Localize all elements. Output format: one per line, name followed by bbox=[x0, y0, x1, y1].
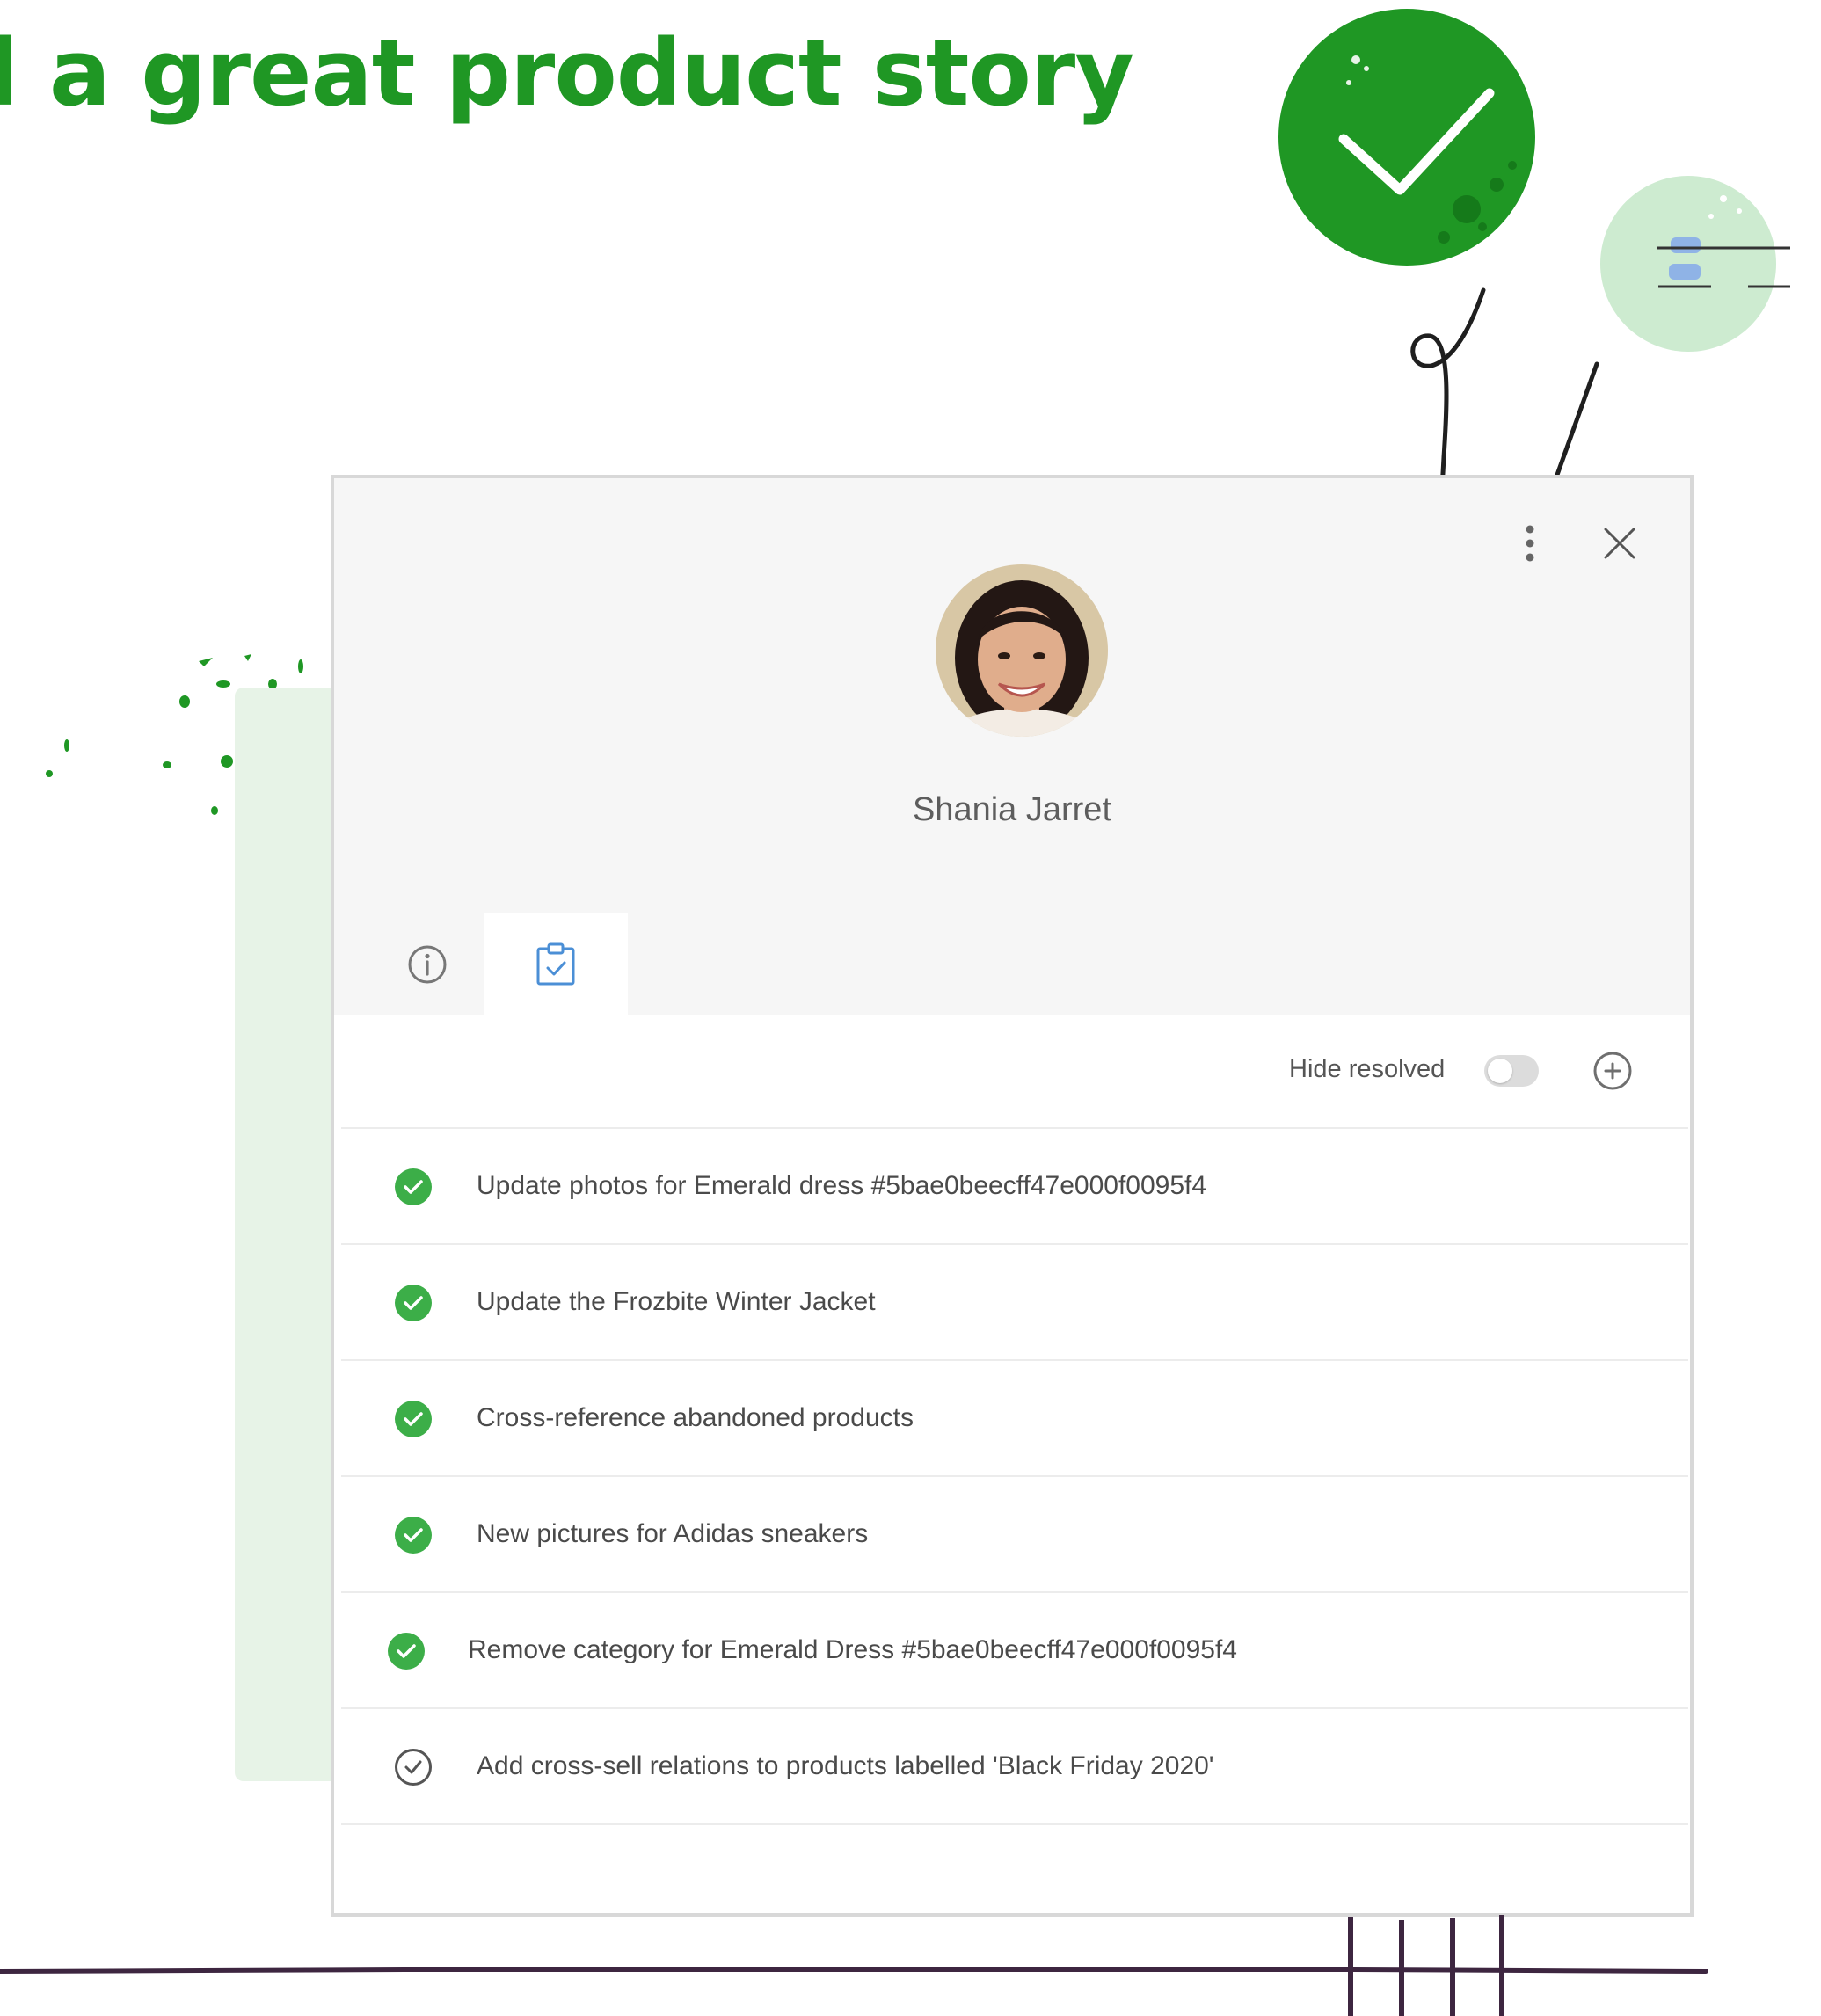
user-name: Shania Jarret bbox=[912, 791, 1111, 828]
resolved-check-icon[interactable] bbox=[387, 1632, 426, 1670]
task-text: Add cross-sell relations to products lab… bbox=[477, 1751, 1214, 1780]
decorative-ground-line bbox=[0, 1915, 1708, 2016]
card-header: Shania Jarret bbox=[334, 478, 1690, 1015]
task-row[interactable]: Add cross-sell relations to products lab… bbox=[341, 1709, 1688, 1825]
tab-info[interactable] bbox=[375, 913, 480, 1015]
unresolved-check-icon[interactable] bbox=[394, 1748, 433, 1787]
tab-tasks[interactable] bbox=[484, 913, 628, 1015]
task-text: Cross-reference abandoned products bbox=[477, 1403, 914, 1432]
task-row[interactable]: Update the Frozbite Winter Jacket bbox=[341, 1245, 1688, 1361]
close-icon bbox=[1604, 528, 1635, 559]
task-list: Update photos for Emerald dress #5bae0be… bbox=[341, 1127, 1688, 1825]
background-panel bbox=[235, 688, 331, 1781]
task-row[interactable]: New pictures for Adidas sneakers bbox=[341, 1477, 1688, 1593]
task-text: Update the Frozbite Winter Jacket bbox=[477, 1287, 876, 1316]
resolved-check-icon[interactable] bbox=[394, 1516, 433, 1554]
plus-circle-icon bbox=[1593, 1052, 1632, 1090]
tasks-toolbar: Hide resolved bbox=[334, 1015, 1690, 1127]
task-text: New pictures for Adidas sneakers bbox=[477, 1519, 869, 1548]
user-task-card: Shania Jarret Hide resolved Update photo… bbox=[331, 475, 1694, 1917]
resolved-check-icon[interactable] bbox=[394, 1400, 433, 1438]
more-options-button[interactable] bbox=[1504, 517, 1556, 570]
close-button[interactable] bbox=[1593, 517, 1646, 570]
task-row[interactable]: Update photos for Emerald dress #5bae0be… bbox=[341, 1129, 1688, 1245]
task-row[interactable]: Cross-reference abandoned products bbox=[341, 1361, 1688, 1477]
tasks-panel: Hide resolved Update photos for Emerald … bbox=[334, 1015, 1690, 1913]
task-text: Remove category for Emerald Dress #5bae0… bbox=[468, 1635, 1237, 1664]
toggle-knob bbox=[1488, 1059, 1512, 1083]
hide-resolved-toggle[interactable] bbox=[1484, 1055, 1539, 1087]
check-circle-illustration bbox=[1278, 9, 1535, 266]
clipboard-check-icon bbox=[536, 942, 575, 985]
vertical-dots-icon bbox=[1526, 525, 1534, 562]
avatar bbox=[936, 564, 1108, 737]
task-text: Update photos for Emerald dress #5bae0be… bbox=[477, 1171, 1207, 1200]
hide-resolved-label: Hide resolved bbox=[1289, 1055, 1446, 1083]
info-icon bbox=[408, 945, 447, 983]
task-row[interactable]: Remove category for Emerald Dress #5bae0… bbox=[341, 1593, 1688, 1709]
page-headline: l a great product story bbox=[0, 19, 1134, 127]
resolved-check-icon[interactable] bbox=[394, 1284, 433, 1322]
add-task-button[interactable] bbox=[1592, 1050, 1634, 1092]
resolved-check-icon[interactable] bbox=[394, 1168, 433, 1206]
person-circle-illustration bbox=[1600, 176, 1790, 352]
